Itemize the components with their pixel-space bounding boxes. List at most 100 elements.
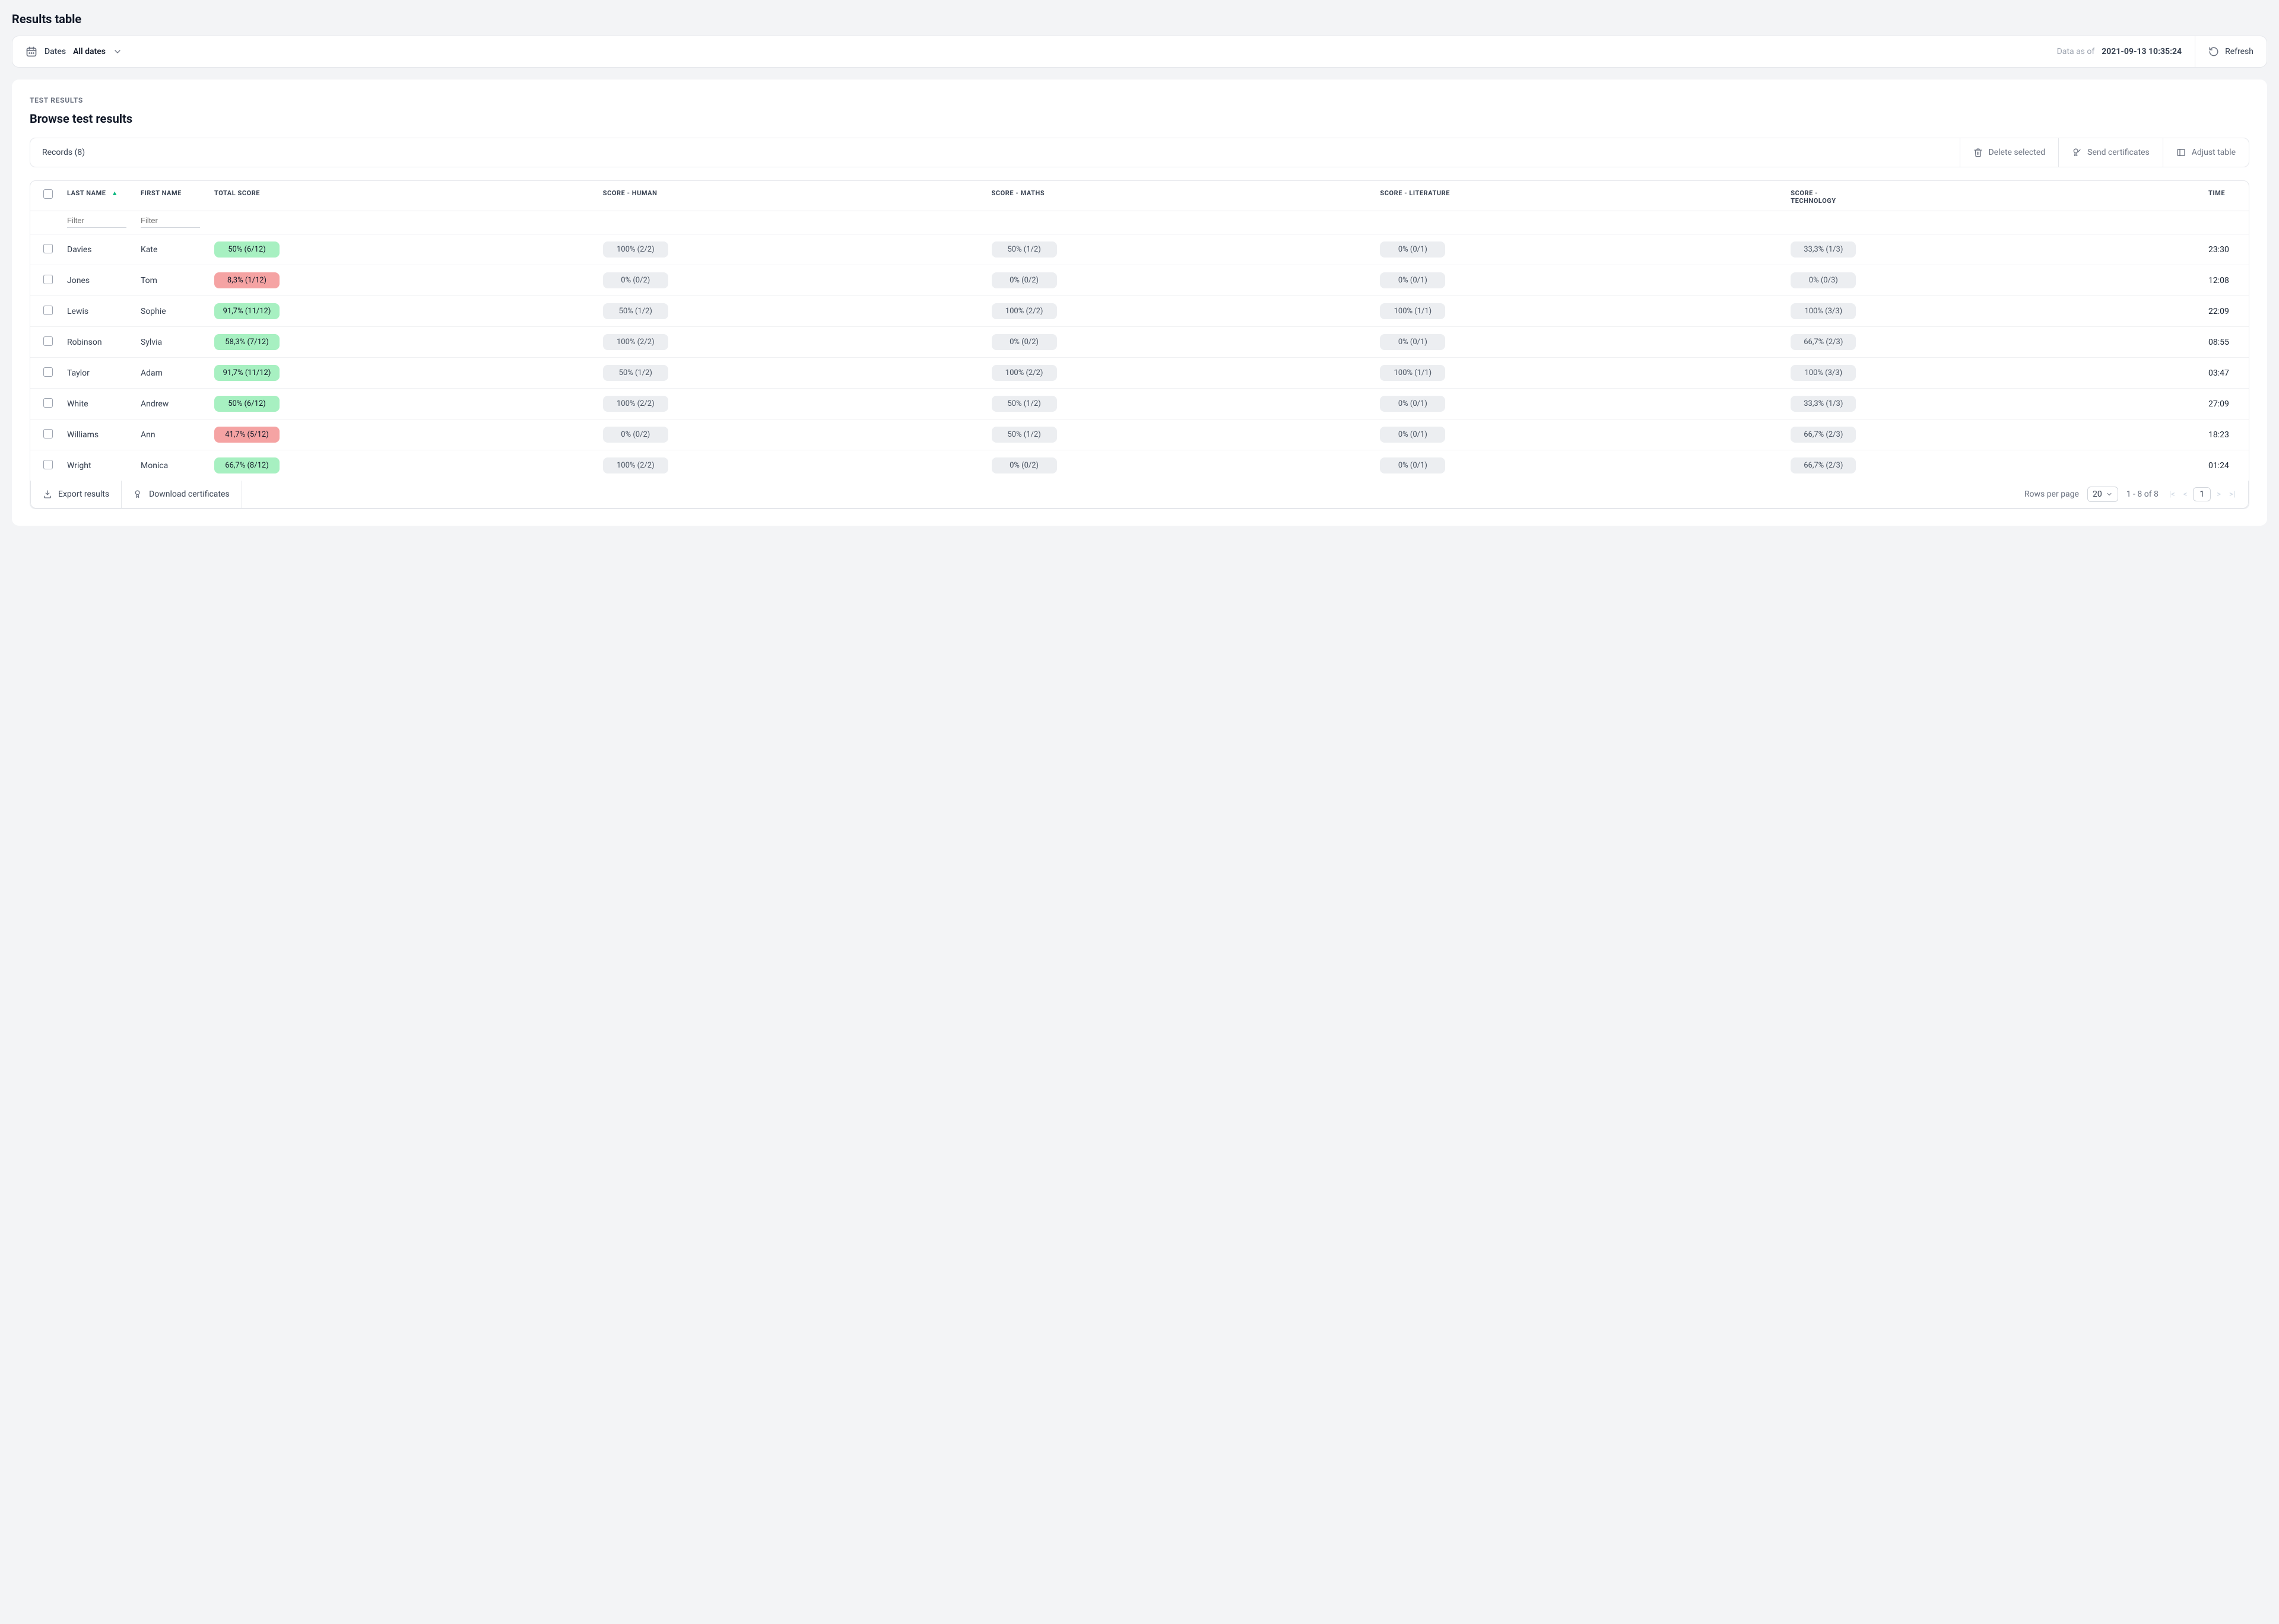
refresh-label: Refresh: [2225, 47, 2253, 56]
data-as-of: Data as of 2021-09-13 10:35:24: [2044, 36, 2195, 67]
delete-selected-button[interactable]: Delete selected: [1960, 138, 2059, 167]
cell-score-literature: 0% (0/1): [1380, 396, 1445, 412]
table-footer: Export results Download certificates Row…: [30, 481, 2249, 509]
card-subtitle: TEST RESULTS: [30, 96, 2249, 104]
table-row: WrightMonica66,7% (8/12)100% (2/2)0% (0/…: [30, 450, 2249, 481]
cell-first-name: Adam: [134, 358, 207, 389]
col-score-maths-label: SCORE - MATHS: [992, 189, 1063, 197]
cell-score-maths: 50% (1/2): [992, 427, 1057, 443]
refresh-button[interactable]: Refresh: [2195, 36, 2267, 67]
cell-total-score: 91,7% (11/12): [214, 303, 280, 319]
chevron-down-icon: [2106, 491, 2113, 498]
dates-value: All dates: [73, 47, 106, 56]
cell-total-score: 50% (6/12): [214, 241, 280, 258]
col-score-technology-label: SCORE - TECHNOLOGY: [1791, 189, 1862, 205]
cell-time: 01:24: [2201, 450, 2249, 481]
cell-total-score: 91,7% (11/12): [214, 365, 280, 381]
cell-score-maths: 50% (1/2): [992, 396, 1057, 412]
cell-last-name: Wright: [60, 450, 134, 481]
cell-score-human: 0% (0/2): [603, 427, 668, 443]
cell-last-name: Robinson: [60, 327, 134, 358]
col-score-literature-label: SCORE - LITERATURE: [1380, 189, 1451, 197]
cell-score-human: 100% (2/2): [603, 396, 668, 412]
row-checkbox[interactable]: [43, 336, 53, 346]
col-last-name-label: LAST NAME: [67, 189, 106, 197]
row-checkbox[interactable]: [43, 398, 53, 408]
row-checkbox[interactable]: [43, 244, 53, 253]
cell-first-name: Ann: [134, 419, 207, 450]
calendar-icon: [26, 46, 37, 58]
download-certificates-button[interactable]: Download certificates: [122, 481, 242, 508]
cell-score-technology: 66,7% (2/3): [1791, 334, 1856, 350]
cell-first-name: Kate: [134, 234, 207, 265]
rows-per-page-select[interactable]: 20: [2087, 487, 2118, 502]
cell-score-technology: 66,7% (2/3): [1791, 457, 1856, 473]
cell-time: 03:47: [2201, 358, 2249, 389]
table-row: TaylorAdam91,7% (11/12)50% (1/2)100% (2/…: [30, 358, 2249, 389]
send-certificates-label: Send certificates: [2087, 148, 2150, 157]
last-page-button[interactable]: >|: [2227, 489, 2237, 500]
cell-last-name: Lewis: [60, 296, 134, 327]
current-page: 1: [2193, 487, 2211, 501]
cell-score-literature: 100% (1/1): [1380, 365, 1445, 381]
col-last-name[interactable]: LAST NAME ▲: [60, 181, 134, 211]
col-score-human[interactable]: SCORE - HUMAN: [596, 181, 985, 211]
next-page-button[interactable]: >: [2214, 489, 2223, 500]
col-total-score[interactable]: TOTAL SCORE: [207, 181, 596, 211]
prev-page-button[interactable]: <: [2181, 489, 2190, 500]
cell-score-literature: 0% (0/1): [1380, 334, 1445, 350]
filter-last-name[interactable]: [67, 214, 126, 228]
row-checkbox[interactable]: [43, 367, 53, 377]
row-checkbox[interactable]: [43, 460, 53, 469]
results-card: TEST RESULTS Browse test results Records…: [12, 80, 2267, 526]
download-certificate-icon: [134, 490, 143, 499]
cell-score-human: 100% (2/2): [603, 241, 668, 258]
cell-last-name: Jones: [60, 265, 134, 296]
data-as-of-value: 2021-09-13 10:35:24: [2102, 47, 2182, 56]
row-checkbox[interactable]: [43, 429, 53, 438]
col-first-name-label: FIRST NAME: [141, 189, 182, 197]
cell-score-maths: 100% (2/2): [992, 365, 1057, 381]
cell-score-technology: 33,3% (1/3): [1791, 396, 1856, 412]
first-page-button[interactable]: |<: [2167, 489, 2178, 500]
cell-time: 18:23: [2201, 419, 2249, 450]
table-row: WilliamsAnn41,7% (5/12)0% (0/2)50% (1/2)…: [30, 419, 2249, 450]
cell-score-human: 100% (2/2): [603, 334, 668, 350]
cell-score-maths: 0% (0/2): [992, 457, 1057, 473]
sort-asc-icon: ▲: [112, 189, 118, 197]
cell-time: 08:55: [2201, 327, 2249, 358]
cell-score-maths: 50% (1/2): [992, 241, 1057, 258]
rows-per-page-value: 20: [2093, 490, 2102, 499]
cell-score-literature: 0% (0/1): [1380, 457, 1445, 473]
col-first-name[interactable]: FIRST NAME: [134, 181, 207, 211]
col-time[interactable]: TIME: [2201, 181, 2249, 211]
cell-time: 27:09: [2201, 389, 2249, 419]
cell-score-maths: 100% (2/2): [992, 303, 1057, 319]
export-icon: [43, 490, 52, 499]
cell-score-human: 0% (0/2): [603, 272, 668, 288]
cell-last-name: Williams: [60, 419, 134, 450]
row-checkbox[interactable]: [43, 306, 53, 315]
data-as-of-label: Data as of: [2057, 47, 2095, 56]
cell-first-name: Andrew: [134, 389, 207, 419]
delete-selected-label: Delete selected: [1989, 148, 2046, 157]
col-score-literature[interactable]: SCORE - LITERATURE: [1373, 181, 1783, 211]
col-score-maths[interactable]: SCORE - MATHS: [985, 181, 1373, 211]
dates-filter[interactable]: Dates All dates: [12, 36, 2044, 67]
cell-score-literature: 100% (1/1): [1380, 303, 1445, 319]
cell-last-name: Taylor: [60, 358, 134, 389]
send-certificates-button[interactable]: Send certificates: [2058, 138, 2163, 167]
filter-first-name[interactable]: [141, 214, 200, 228]
cell-score-maths: 0% (0/2): [992, 334, 1057, 350]
table-row: JonesTom8,3% (1/12)0% (0/2)0% (0/2)0% (0…: [30, 265, 2249, 296]
col-score-technology[interactable]: SCORE - TECHNOLOGY: [1783, 181, 2201, 211]
pagination: Rows per page 20 1 - 8 of 8 |< < 1 > >|: [2014, 481, 2248, 508]
table-row: RobinsonSylvia58,3% (7/12)100% (2/2)0% (…: [30, 327, 2249, 358]
select-all-checkbox[interactable]: [43, 189, 53, 199]
card-title: Browse test results: [30, 112, 2249, 126]
export-results-button[interactable]: Export results: [31, 481, 122, 508]
cell-first-name: Tom: [134, 265, 207, 296]
adjust-table-button[interactable]: Adjust table: [2163, 138, 2249, 167]
row-checkbox[interactable]: [43, 275, 53, 284]
col-time-label: TIME: [2208, 189, 2225, 197]
